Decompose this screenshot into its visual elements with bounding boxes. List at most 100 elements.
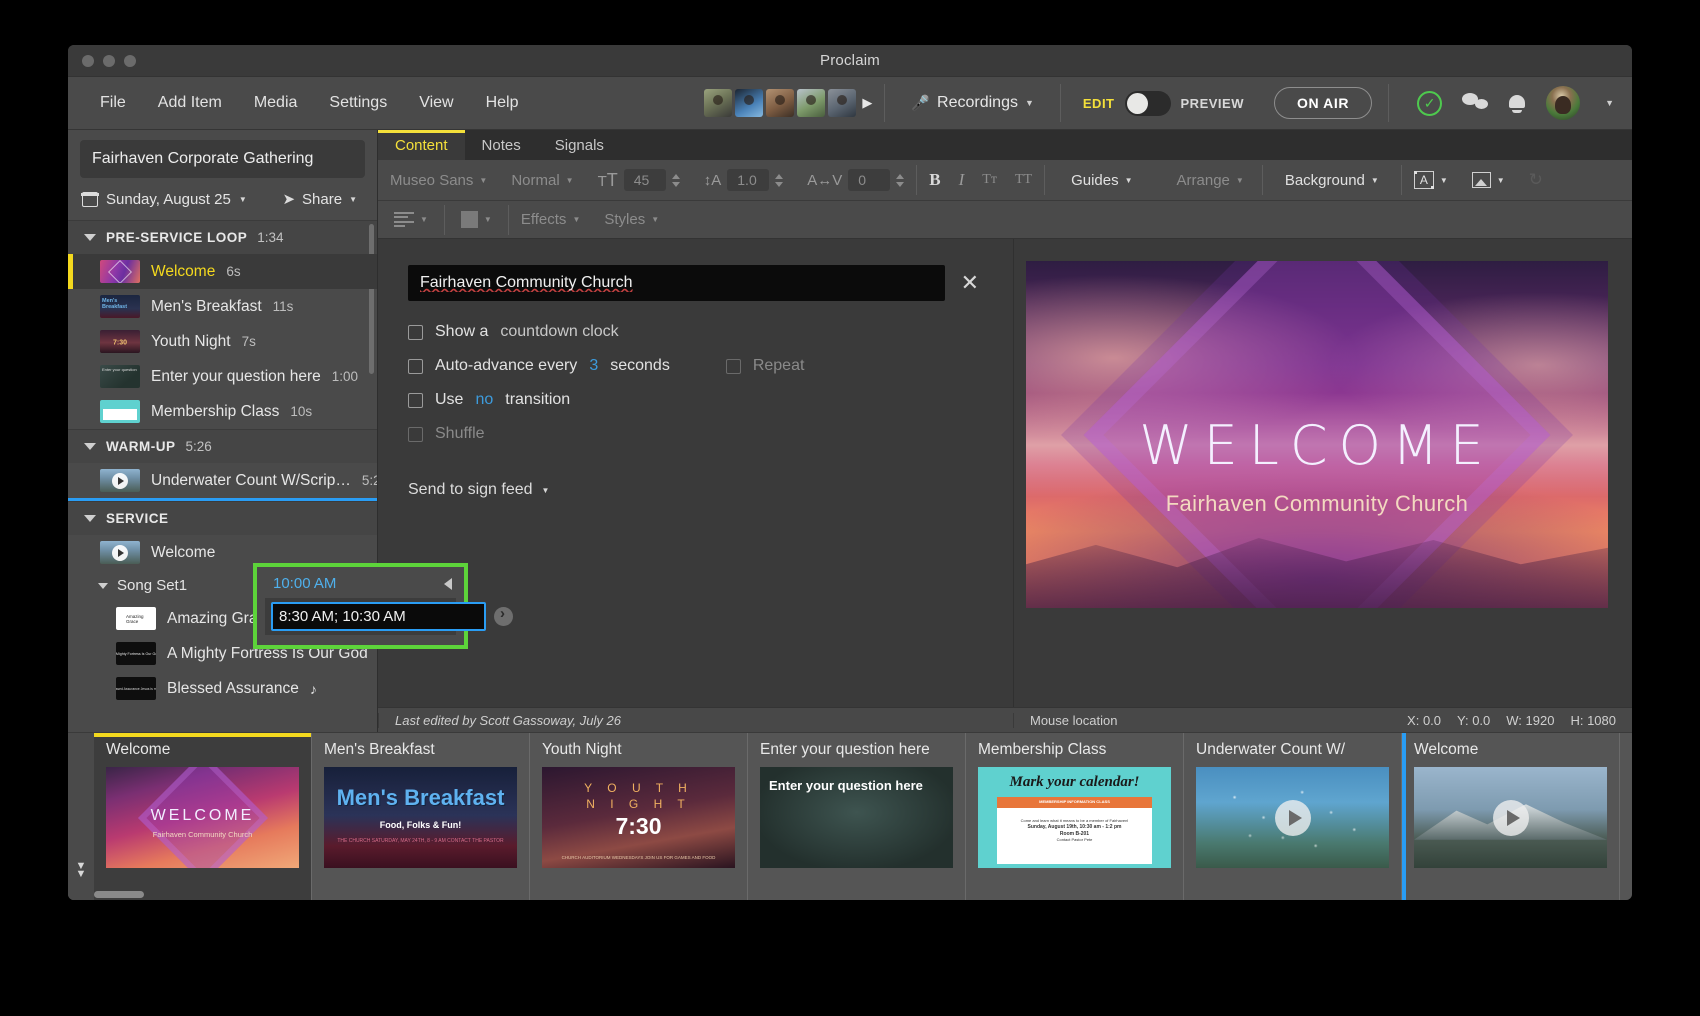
font-size-group[interactable]: TT 45 bbox=[586, 160, 692, 200]
tab-content[interactable]: Content bbox=[378, 130, 465, 160]
repeat-option[interactable]: Repeat bbox=[725, 357, 804, 375]
shuffle-option[interactable]: Shuffle bbox=[408, 425, 983, 443]
tab-signals[interactable]: Signals bbox=[538, 130, 621, 160]
transition-option[interactable]: Use no transition bbox=[408, 391, 983, 409]
filmstrip-slide[interactable]: Welcome WELCOME Fairhaven Community Chur… bbox=[94, 733, 312, 900]
user-avatar[interactable] bbox=[1546, 86, 1581, 120]
add-text-box-group[interactable]: A ▼ bbox=[1402, 160, 1460, 200]
service-title-input[interactable]: Fairhaven Corporate Gathering bbox=[80, 140, 365, 178]
chevron-down-icon[interactable] bbox=[98, 582, 108, 589]
popup-current-time[interactable]: 10:00 AM bbox=[273, 575, 336, 592]
line-height-stepper[interactable] bbox=[775, 173, 784, 187]
align-group[interactable]: ▼ bbox=[378, 201, 444, 238]
line-height-value[interactable]: 1.0 bbox=[727, 169, 770, 191]
chat-icon[interactable] bbox=[1462, 93, 1489, 113]
italic-button[interactable]: I bbox=[959, 170, 965, 190]
avatar[interactable] bbox=[828, 89, 857, 117]
auto-advance-checkbox[interactable] bbox=[408, 358, 423, 374]
recordings-menu[interactable]: 🎤 Recordings ▼ bbox=[889, 94, 1056, 112]
font-family-group[interactable]: Museo Sans ▼ bbox=[378, 160, 499, 200]
letter-spacing-stepper[interactable] bbox=[896, 173, 905, 187]
slide-filmstrip[interactable]: ▼ ▼ Welcome WELCOME Fairhaven Community C… bbox=[68, 732, 1632, 900]
list-item[interactable]: Underwater Count W/Scrip… 5:26 bbox=[68, 463, 377, 498]
line-height-group[interactable]: ↕A 1.0 bbox=[692, 160, 796, 200]
effects-group[interactable]: Effects ▼ bbox=[509, 201, 593, 238]
list-item[interactable]: Enter your question here 1:00 bbox=[68, 359, 377, 394]
avatar[interactable] bbox=[735, 89, 764, 117]
service-times-input[interactable] bbox=[271, 602, 486, 631]
check-circle-icon[interactable]: ✓ bbox=[1417, 90, 1443, 116]
submit-arrow-icon[interactable] bbox=[494, 605, 513, 626]
background-group[interactable]: Background ▼ bbox=[1263, 160, 1401, 200]
menu-add-item[interactable]: Add Item bbox=[142, 88, 238, 118]
play-icon[interactable] bbox=[1274, 799, 1311, 836]
list-item[interactable]: Men's Breakfast 11s bbox=[68, 289, 377, 324]
send-to-sign-feed-menu[interactable]: Send to sign feed ▼ bbox=[408, 481, 983, 499]
filmstrip-slide[interactable]: Men's Breakfast Men's Breakfast Food, Fo… bbox=[312, 733, 530, 900]
mode-toggle-switch[interactable] bbox=[1124, 90, 1171, 116]
avatar[interactable] bbox=[797, 89, 826, 117]
arrange-group[interactable]: Arrange ▼ bbox=[1159, 160, 1262, 200]
filmstrip-slide[interactable]: Enter your question here Enter your ques… bbox=[748, 733, 966, 900]
share-button[interactable]: ➤ Share ▼ bbox=[282, 190, 363, 209]
list-item[interactable]: Youth Night 7s bbox=[68, 324, 377, 359]
service-item-list[interactable]: PRE-SERVICE LOOP 1:34 Welcome 6s Men's B… bbox=[68, 220, 377, 732]
chevron-down-icon[interactable] bbox=[84, 234, 96, 241]
filmstrip-slide[interactable]: Welcome bbox=[1402, 733, 1620, 900]
chevron-down-icon[interactable] bbox=[84, 515, 96, 522]
list-item[interactable]: Blessed Assurance ♪ bbox=[68, 671, 377, 706]
chevron-down-icon[interactable]: ▼ bbox=[1605, 98, 1614, 108]
group-header-service[interactable]: SERVICE bbox=[68, 501, 377, 535]
scroll-down-icon[interactable]: ▼ ▼ bbox=[76, 861, 87, 880]
letter-spacing-group[interactable]: A↔V 0 bbox=[795, 160, 916, 200]
countdown-link[interactable]: countdown clock bbox=[500, 323, 618, 341]
repeat-checkbox[interactable] bbox=[725, 358, 741, 374]
font-size-stepper[interactable] bbox=[671, 173, 680, 187]
auto-advance-option[interactable]: Auto-advance every 3 seconds Repeat bbox=[408, 357, 983, 375]
menu-help[interactable]: Help bbox=[470, 88, 535, 118]
service-date[interactable]: Sunday, August 25 bbox=[106, 191, 231, 208]
filmstrip-scroll-column[interactable]: ▼ ▼ bbox=[68, 733, 94, 900]
list-item[interactable]: Membership Class 10s bbox=[68, 394, 377, 429]
transition-checkbox[interactable] bbox=[408, 392, 423, 408]
list-item[interactable]: Welcome 6s bbox=[68, 254, 377, 289]
slide-preview[interactable]: WELCOME Fairhaven Community Church bbox=[1026, 261, 1608, 608]
team-avatars[interactable]: ▶ bbox=[696, 89, 880, 117]
font-size-value[interactable]: 45 bbox=[623, 169, 666, 191]
play-icon[interactable] bbox=[1492, 799, 1529, 836]
filmstrip-slide[interactable]: Underwater Count W/ bbox=[1184, 733, 1402, 900]
close-icon[interactable]: ✕ bbox=[961, 272, 983, 294]
avatars-next-icon[interactable]: ▶ bbox=[862, 95, 872, 111]
menu-view[interactable]: View bbox=[403, 88, 469, 118]
letter-spacing-value[interactable]: 0 bbox=[848, 169, 891, 191]
font-style-group[interactable]: Normal ▼ bbox=[499, 160, 585, 200]
filmstrip-slide[interactable]: Membership Class Mark your calendar! MEM… bbox=[966, 733, 1184, 900]
countdown-checkbox[interactable] bbox=[408, 324, 423, 340]
styles-group[interactable]: Styles ▼ bbox=[592, 201, 671, 238]
reset-group[interactable]: ↻ bbox=[1517, 160, 1555, 200]
add-image-group[interactable]: ▼ bbox=[1460, 160, 1517, 200]
small-caps-button[interactable]: Tᴛ bbox=[982, 172, 997, 188]
menu-media[interactable]: Media bbox=[238, 88, 314, 118]
transition-value[interactable]: no bbox=[475, 391, 493, 409]
filmstrip-horizontal-scrollbar[interactable] bbox=[94, 891, 144, 898]
guides-group[interactable]: Guides ▼ bbox=[1045, 160, 1158, 200]
bell-icon[interactable] bbox=[1508, 93, 1526, 113]
group-header-warm-up[interactable]: WARM-UP 5:26 bbox=[68, 429, 377, 463]
service-time-popup[interactable]: 10:00 AM bbox=[253, 563, 513, 649]
menu-file[interactable]: File bbox=[84, 88, 142, 118]
filmstrip-slide[interactable]: Youth Night Y O U T H N I G H T 7:30 CHU… bbox=[530, 733, 748, 900]
menu-settings[interactable]: Settings bbox=[313, 88, 403, 118]
text-color-group[interactable]: ▼ bbox=[445, 201, 508, 238]
shuffle-checkbox[interactable] bbox=[408, 426, 423, 442]
countdown-clock-option[interactable]: Show a countdown clock bbox=[408, 323, 983, 341]
tab-notes[interactable]: Notes bbox=[465, 130, 538, 160]
chevron-down-icon[interactable]: ▼ bbox=[239, 195, 247, 204]
auto-advance-seconds-value[interactable]: 3 bbox=[589, 357, 598, 375]
bold-button[interactable]: B bbox=[929, 170, 940, 190]
on-air-button[interactable]: ON AIR bbox=[1273, 87, 1373, 119]
all-caps-button[interactable]: TT bbox=[1015, 172, 1032, 188]
group-header-pre-service-loop[interactable]: PRE-SERVICE LOOP 1:34 bbox=[68, 220, 377, 254]
avatar[interactable] bbox=[704, 89, 733, 117]
avatar[interactable] bbox=[766, 89, 795, 117]
